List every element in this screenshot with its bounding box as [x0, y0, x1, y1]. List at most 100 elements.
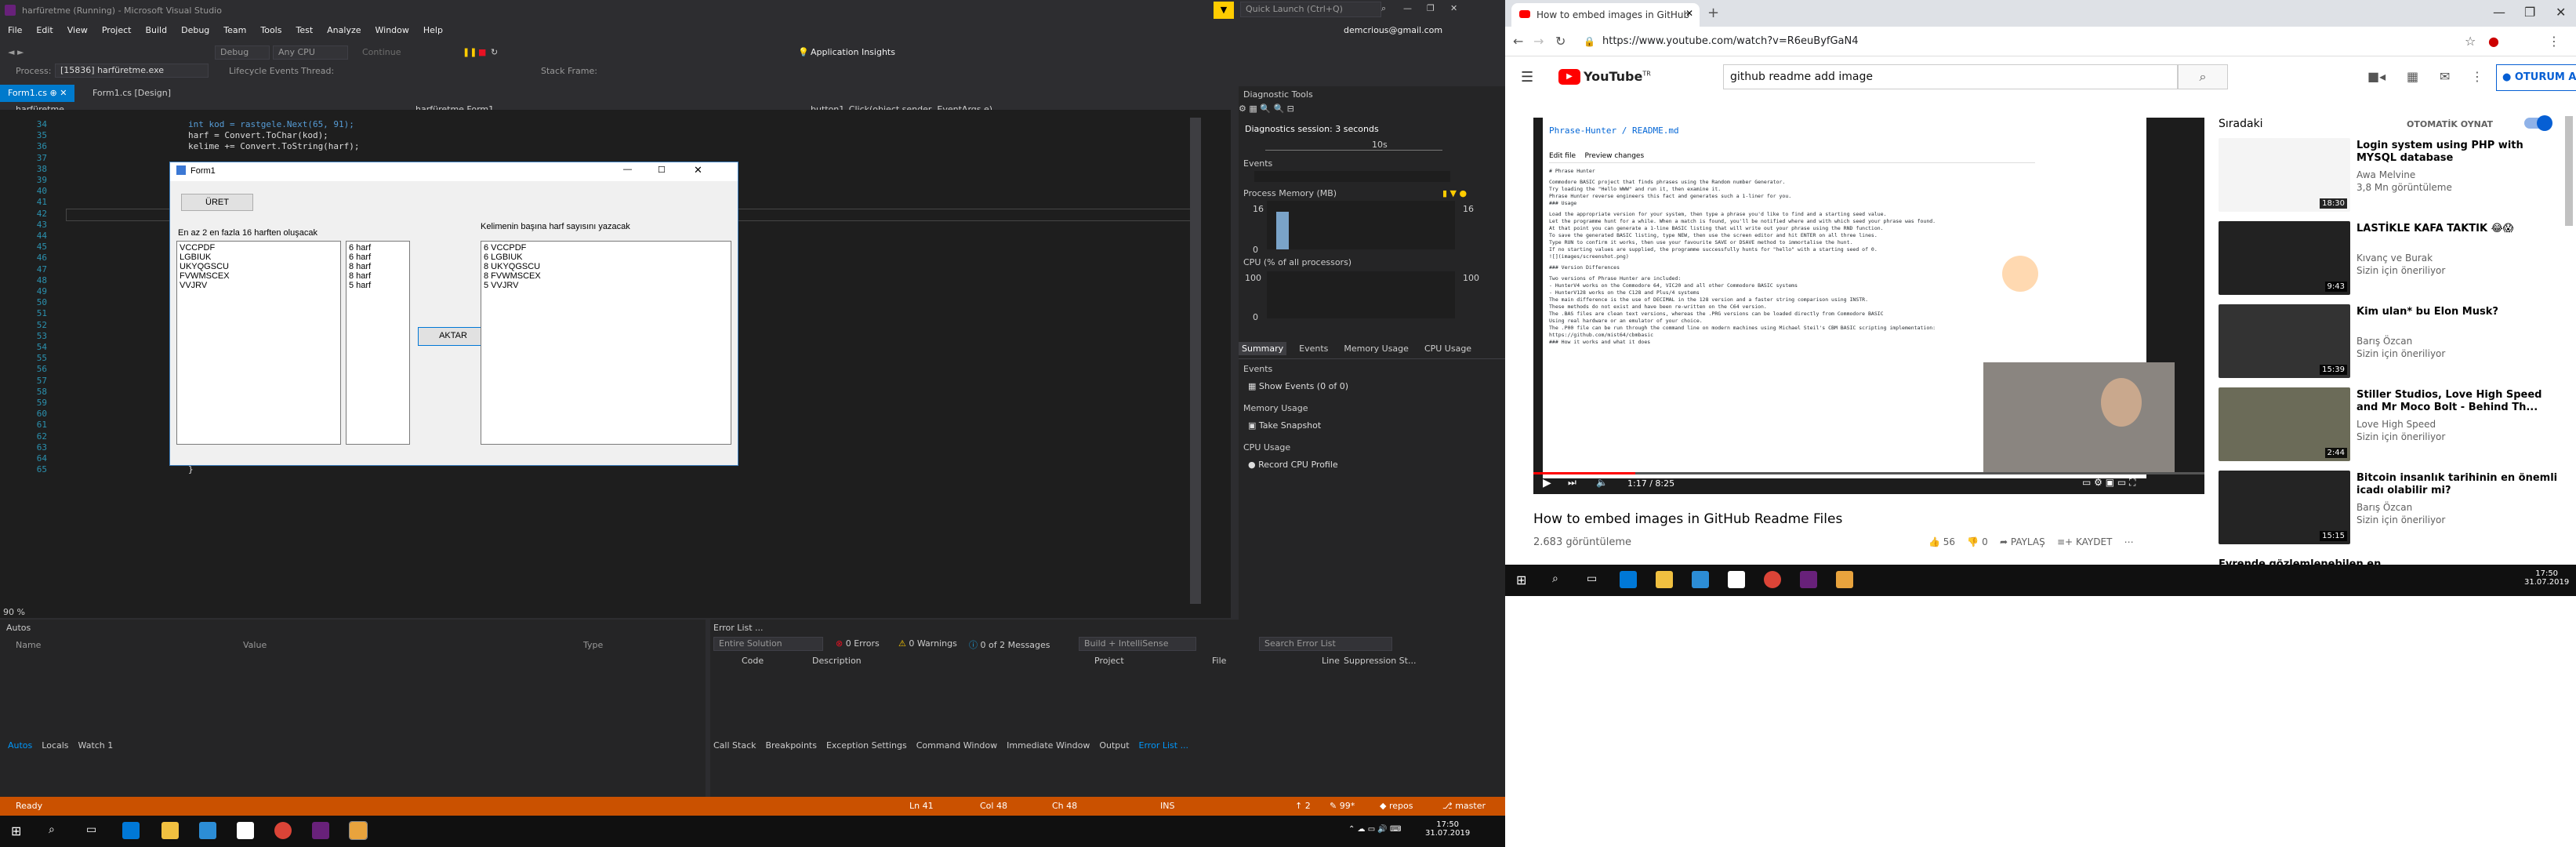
show-events-button[interactable]: ▦ Show Events (0 of 0)	[1248, 381, 1348, 391]
form-minimize-icon[interactable]: —	[623, 165, 632, 174]
channel-name[interactable]: Barış Özcan	[2356, 336, 2412, 347]
result-item[interactable]: 8 UKYQGSCU	[484, 262, 728, 271]
aktar-button[interactable]: AKTAR	[418, 327, 488, 346]
status-repos[interactable]: ◆ repos	[1380, 801, 1413, 811]
menu-tools[interactable]: Tools	[260, 25, 281, 35]
visual-studio-icon[interactable]	[312, 822, 329, 839]
recommendation-title[interactable]: Stiller Studios, Love High Speed and Mr …	[2356, 389, 2560, 414]
youtube-logo-icon[interactable]: ▶	[1558, 69, 1580, 85]
recommendation-item[interactable]: 18:30 Login system using PHP with MYSQL d…	[2219, 138, 2563, 220]
menu-project[interactable]: Project	[102, 25, 132, 35]
result-item[interactable]: 6 VCCPDF	[484, 243, 728, 253]
minimize-icon[interactable]: —	[2493, 5, 2505, 20]
autos-tab[interactable]: Locals	[42, 740, 68, 751]
recommendation-item[interactable]: 15:15 Bitcoin insanlık tarihinin en öneml…	[2219, 471, 2563, 552]
back-icon[interactable]: ◄ ►	[8, 47, 24, 57]
mail-icon[interactable]	[237, 822, 254, 839]
chrome-menu-icon[interactable]: ⋮	[2548, 34, 2560, 49]
build-filter-select[interactable]: Build + IntelliSense	[1079, 637, 1196, 651]
recommendation-item[interactable]: 2:44 Stiller Studios, Love High Speed and…	[2219, 387, 2563, 469]
word-item[interactable]: VVJRV	[180, 281, 338, 290]
edge-icon[interactable]	[122, 822, 140, 839]
volume-icon[interactable]: 🔈	[1596, 477, 1608, 488]
recommendation-item[interactable]: 9:43 LASTİKLE KAFA TAKTIK 😂😱 Kıvanç ve Bur…	[2219, 221, 2563, 303]
count-item[interactable]: 6 harf	[349, 253, 407, 262]
maximize-icon[interactable]: ❐	[2524, 5, 2535, 20]
warnings-filter[interactable]: ⚠ 0 Warnings	[898, 638, 957, 649]
take-snapshot-button[interactable]: ▣ Take Snapshot	[1248, 420, 1321, 431]
autoplay-toggle[interactable]	[2524, 115, 2552, 131]
menu-hamburger-icon[interactable]: ☰	[1521, 69, 1533, 85]
status-pending[interactable]: ✎ 99*	[1330, 801, 1355, 811]
apps-grid-icon[interactable]: ▦	[2407, 69, 2418, 84]
close-icon[interactable]: ✕	[1450, 3, 1457, 13]
error-col[interactable]: File	[1212, 656, 1322, 666]
settings-dots-icon[interactable]: ⋮	[2471, 69, 2483, 84]
channel-name[interactable]: Kıvanç ve Burak	[2356, 253, 2433, 264]
maximize-icon[interactable]: ❐	[1427, 3, 1435, 13]
create-video-icon[interactable]: ■◂	[2367, 69, 2386, 84]
bottom-tab[interactable]: Exception Settings	[826, 740, 907, 751]
diag-tab-cpu-usage[interactable]: CPU Usage	[1421, 342, 1475, 355]
tab-form1-cs[interactable]: Form1.cs ⊕ ✕	[0, 85, 75, 102]
error-col[interactable]: Code	[742, 656, 812, 666]
close-icon[interactable]: ✕	[2556, 5, 2566, 20]
recommendation-title[interactable]: Kim ulan* bu Elon Musk?	[2356, 306, 2560, 318]
word-item[interactable]: LGBIUK	[180, 253, 338, 262]
result-item[interactable]: 8 FVWMSCEX	[484, 271, 728, 281]
words-listbox[interactable]: VCCPDF LGBIUK UKYQGSCU FVWMSCEX VVJRV	[176, 241, 341, 445]
form-maximize-icon[interactable]: ☐	[658, 165, 666, 175]
config-select[interactable]: Debug	[215, 45, 270, 60]
messages-filter[interactable]: ⓘ 0 of 2 Messages	[969, 638, 1050, 651]
restart-icon[interactable]: ↻	[491, 47, 498, 57]
status-errors[interactable]: ↑ 2	[1295, 801, 1311, 811]
bottom-tab[interactable]: Call Stack	[713, 740, 756, 751]
status-branch[interactable]: ⎇ master	[1442, 801, 1486, 811]
form-app-icon[interactable]	[1836, 571, 1853, 588]
menu-help[interactable]: Help	[423, 25, 443, 35]
recommendation-title[interactable]: Bitcoin insanlık tarihinin en önemli ica…	[2356, 472, 2560, 497]
tray-icons[interactable]: ⌃ ☁ ▭ 🔊 ⌨	[1348, 825, 1401, 834]
autos-col-value[interactable]: Value	[243, 640, 267, 650]
process-select[interactable]: [15836] harfüretme.exe	[55, 64, 209, 78]
word-item[interactable]: UKYQGSCU	[180, 262, 338, 271]
vertical-scrollbar[interactable]	[1190, 118, 1201, 604]
visual-studio-icon[interactable]	[1800, 571, 1817, 588]
mail-icon[interactable]	[1728, 571, 1745, 588]
page-scrollbar[interactable]	[2565, 116, 2573, 226]
extension-icon[interactable]: ●	[2488, 34, 2499, 49]
file-explorer-icon[interactable]	[1656, 571, 1673, 588]
more-icon[interactable]: ⋯	[2124, 536, 2134, 547]
filter-icon[interactable]: ▼	[1214, 2, 1234, 19]
sign-in-button[interactable]: ● OTURUM AÇ	[2496, 64, 2576, 91]
menu-analyze[interactable]: Analyze	[327, 25, 361, 35]
share-button[interactable]: ➦ PAYLAŞ	[2000, 536, 2045, 547]
video-thumbnail[interactable]: 15:39	[2219, 304, 2350, 378]
bottom-tab[interactable]: Command Window	[916, 740, 997, 751]
menu-file[interactable]: File	[8, 25, 22, 35]
tab-form1-design[interactable]: Form1.cs [Design]	[85, 85, 179, 102]
menu-view[interactable]: View	[67, 25, 88, 35]
errors-filter[interactable]: ⊗ 0 Errors	[836, 638, 880, 649]
new-tab-icon[interactable]: +	[1707, 5, 1719, 21]
autos-tab[interactable]: Watch 1	[78, 740, 114, 751]
bottom-tab[interactable]: Breakpoints	[765, 740, 817, 751]
channel-name[interactable]: Love High Speed	[2356, 419, 2436, 430]
back-icon[interactable]: ←	[1513, 34, 1523, 49]
diag-tab-memory-usage[interactable]: Memory Usage	[1341, 342, 1412, 355]
record-cpu-profile-button[interactable]: ● Record CPU Profile	[1248, 460, 1338, 470]
pause-icon[interactable]: ❚❚	[463, 47, 477, 57]
menu-debug[interactable]: Debug	[181, 25, 209, 35]
count-item[interactable]: 5 harf	[349, 281, 407, 290]
store-icon[interactable]	[1692, 571, 1709, 588]
clock[interactable]: 17:50 31.07.2019	[2524, 569, 2569, 587]
chrome-icon[interactable]	[274, 822, 292, 839]
store-icon[interactable]	[199, 822, 216, 839]
bottom-tab[interactable]: Error List ...	[1139, 740, 1189, 751]
tab-youtube[interactable]: How to embed images in GitHub ✕	[1511, 3, 1700, 27]
search-button[interactable]: ⌕	[2178, 64, 2228, 89]
autos-col-name[interactable]: Name	[16, 640, 41, 650]
bookmark-star-icon[interactable]: ☆	[2465, 34, 2476, 49]
recommendation-title[interactable]: Login system using PHP with MYSQL databa…	[2356, 140, 2560, 165]
video-player[interactable]: Phrase-Hunter / README.md Edit file Prev…	[1533, 118, 2204, 494]
